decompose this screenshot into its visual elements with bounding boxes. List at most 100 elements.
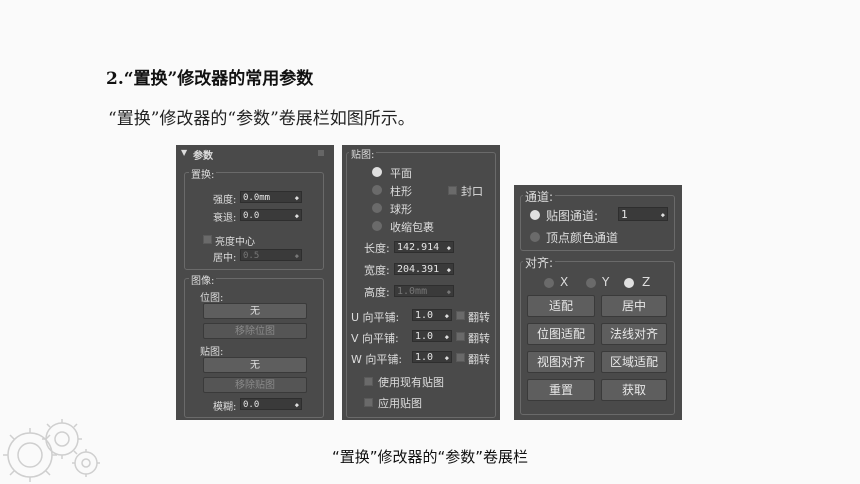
spinner-arrows-icon[interactable]: ◆ bbox=[447, 264, 451, 276]
spinner-arrows-icon[interactable]: ◆ bbox=[447, 286, 451, 298]
u-tile-spinner[interactable]: 1.0 ◆ bbox=[412, 309, 452, 321]
width-label: 宽度: bbox=[364, 264, 390, 277]
use-existing-map-checkbox[interactable] bbox=[364, 377, 373, 386]
spinner-arrows-icon[interactable]: ◆ bbox=[445, 310, 449, 322]
spinner-arrows-icon[interactable]: ◆ bbox=[295, 192, 299, 204]
spinner-arrows-icon[interactable]: ◆ bbox=[295, 399, 299, 411]
spinner-arrows-icon[interactable]: ◆ bbox=[445, 352, 449, 364]
map-channel-value: 1 bbox=[621, 208, 628, 221]
cylindrical-label: 柱形 bbox=[390, 185, 412, 198]
spherical-radio[interactable] bbox=[372, 203, 382, 213]
center-spinner[interactable]: 0.5 ◆ bbox=[240, 249, 302, 261]
map-button[interactable]: 无 bbox=[203, 357, 307, 373]
w-tile-value: 1.0 bbox=[415, 352, 434, 363]
decay-label: 衰退: bbox=[213, 213, 237, 224]
align-y-label: Y bbox=[602, 275, 610, 289]
bitmap-button[interactable]: 无 bbox=[203, 303, 307, 319]
spinner-arrows-icon[interactable]: ◆ bbox=[295, 250, 299, 262]
shrink-wrap-radio[interactable] bbox=[372, 221, 382, 231]
rollout-pin-icon[interactable] bbox=[318, 150, 324, 156]
strength-spinner[interactable]: 0.0mm ◆ bbox=[240, 191, 302, 203]
spinner-arrows-icon[interactable]: ◆ bbox=[661, 208, 665, 222]
remove-map-button[interactable]: 移除贴图 bbox=[203, 377, 307, 393]
w-tile-spinner[interactable]: 1.0 ◆ bbox=[412, 351, 452, 363]
u-tile-label: U 向平铺: bbox=[351, 311, 400, 324]
height-spinner[interactable]: 1.0mm ◆ bbox=[394, 285, 454, 297]
center-label: 居中: bbox=[213, 253, 237, 264]
map-channel-spinner[interactable]: 1 ◆ bbox=[618, 207, 668, 221]
length-value: 142.914 bbox=[397, 242, 440, 253]
v-tile-value: 1.0 bbox=[415, 331, 434, 342]
length-label: 长度: bbox=[364, 242, 390, 255]
spinner-arrows-icon[interactable]: ◆ bbox=[447, 242, 451, 254]
acquire-button[interactable]: 获取 bbox=[601, 379, 667, 401]
luminance-center-checkbox[interactable] bbox=[203, 235, 212, 244]
w-tile-label: W 向平铺: bbox=[351, 353, 403, 366]
vertex-color-channel-radio[interactable] bbox=[530, 232, 540, 242]
alignment-group-title: 对齐: bbox=[523, 254, 556, 271]
bitmap-label: 位图: bbox=[200, 293, 224, 304]
v-flip-label: 翻转 bbox=[468, 332, 490, 345]
align-x-label: X bbox=[560, 275, 569, 289]
apply-map-checkbox[interactable] bbox=[364, 398, 373, 407]
height-value: 1.0mm bbox=[397, 286, 428, 297]
vertex-color-channel-label: 顶点颜色通道 bbox=[546, 231, 619, 245]
decay-spinner[interactable]: 0.0 ◆ bbox=[240, 209, 302, 221]
planar-radio[interactable] bbox=[372, 167, 382, 177]
align-z-radio[interactable] bbox=[624, 278, 634, 288]
use-existing-map-label: 使用现有贴图 bbox=[378, 376, 444, 389]
u-flip-label: 翻转 bbox=[468, 311, 490, 324]
rollout-title[interactable]: 参数 bbox=[193, 147, 213, 162]
blur-label: 模糊: bbox=[213, 402, 237, 413]
spinner-arrows-icon[interactable]: ◆ bbox=[295, 210, 299, 222]
view-align-button[interactable]: 视图对齐 bbox=[527, 351, 595, 373]
decorative-gears-icon bbox=[3, 419, 100, 482]
map-channel-radio[interactable] bbox=[530, 210, 540, 220]
figure-caption: “置换”修改器的“参数”卷展栏 bbox=[331, 448, 529, 466]
region-fit-button[interactable]: 区域适配 bbox=[601, 351, 667, 373]
apply-map-label: 应用贴图 bbox=[378, 397, 422, 410]
v-flip-checkbox[interactable] bbox=[456, 332, 465, 341]
u-tile-value: 1.0 bbox=[415, 310, 434, 321]
blur-spinner[interactable]: 0.0 ◆ bbox=[240, 398, 302, 410]
blur-value: 0.0 bbox=[243, 400, 260, 410]
height-label: 高度: bbox=[364, 286, 390, 299]
decay-value: 0.0 bbox=[243, 211, 260, 221]
section-heading: 2.“置换”修改器的常用参数 bbox=[106, 69, 314, 89]
map-rollout-panel: 贴图: 平面 柱形 封口 球形 收缩包裹 长度: 142.914 ◆ 宽度: 20… bbox=[342, 145, 500, 420]
u-flip-checkbox[interactable] bbox=[456, 311, 465, 320]
center-button[interactable]: 居中 bbox=[601, 295, 667, 317]
planar-label: 平面 bbox=[390, 167, 412, 180]
displacement-group-title: 置换: bbox=[189, 166, 217, 181]
w-flip-label: 翻转 bbox=[468, 353, 490, 366]
cylindrical-radio[interactable] bbox=[372, 185, 382, 195]
channel-group-title: 通道: bbox=[523, 188, 556, 205]
image-group-title: 图像: bbox=[189, 272, 217, 287]
center-value: 0.5 bbox=[243, 251, 260, 261]
cap-checkbox[interactable] bbox=[448, 186, 457, 195]
align-z-label: Z bbox=[642, 275, 651, 289]
remove-bitmap-button[interactable]: 移除位图 bbox=[203, 323, 307, 339]
spherical-label: 球形 bbox=[390, 203, 412, 216]
map-label: 贴图: bbox=[200, 347, 224, 358]
align-x-radio[interactable] bbox=[544, 278, 554, 288]
rollout-collapse-icon[interactable]: ▼ bbox=[181, 148, 187, 157]
v-tile-spinner[interactable]: 1.0 ◆ bbox=[412, 330, 452, 342]
bitmap-fit-button[interactable]: 位图适配 bbox=[527, 323, 595, 345]
w-flip-checkbox[interactable] bbox=[456, 353, 465, 362]
width-spinner[interactable]: 204.391 ◆ bbox=[394, 263, 454, 275]
strength-value: 0.0mm bbox=[243, 193, 271, 203]
align-y-radio[interactable] bbox=[586, 278, 596, 288]
cap-label: 封口 bbox=[461, 185, 483, 198]
luminance-center-label: 亮度中心 bbox=[215, 237, 255, 248]
map-channel-label: 贴图通道: bbox=[546, 209, 599, 223]
strength-label: 强度: bbox=[213, 195, 237, 206]
shrink-wrap-label: 收缩包裹 bbox=[390, 221, 434, 234]
width-value: 204.391 bbox=[397, 264, 440, 275]
normal-align-button[interactable]: 法线对齐 bbox=[601, 323, 667, 345]
spinner-arrows-icon[interactable]: ◆ bbox=[445, 331, 449, 343]
fit-button[interactable]: 适配 bbox=[527, 295, 595, 317]
length-spinner[interactable]: 142.914 ◆ bbox=[394, 241, 454, 253]
v-tile-label: V 向平铺: bbox=[351, 332, 399, 345]
reset-button[interactable]: 重置 bbox=[527, 379, 595, 401]
